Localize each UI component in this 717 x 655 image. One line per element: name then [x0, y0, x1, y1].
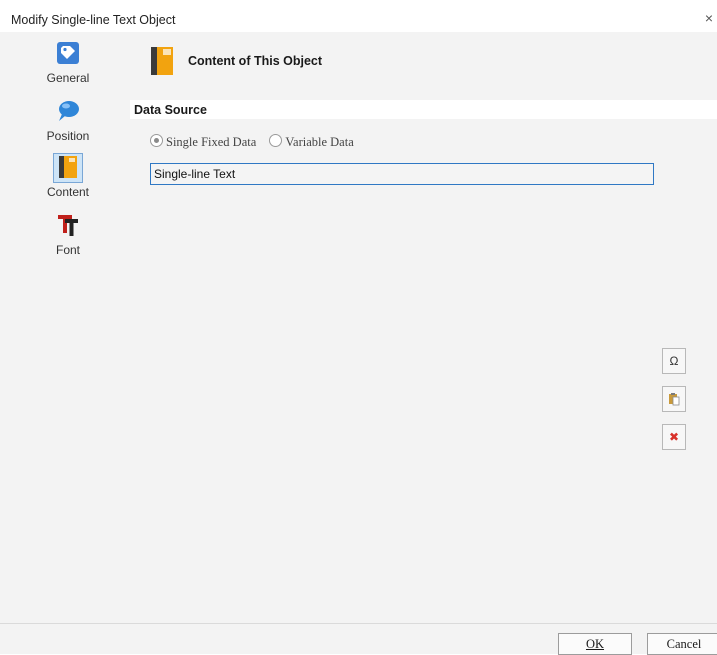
sidebar-item-content[interactable]: Content: [34, 153, 102, 199]
sidebar-item-label: General: [46, 71, 90, 85]
cancel-button[interactable]: Cancel: [647, 633, 717, 655]
radio-checked-icon: [150, 134, 163, 147]
paste-icon: [669, 393, 680, 406]
sidebar-item-position[interactable]: Position: [34, 98, 102, 143]
title-bar: Modify Single-line Text Object ×: [0, 0, 717, 32]
sidebar-item-font[interactable]: Font: [34, 212, 102, 257]
sidebar-item-general[interactable]: General: [34, 40, 102, 85]
content-panel: Content of This Object Data Source Singl…: [122, 32, 717, 623]
sidebar-item-label: Content: [46, 185, 90, 199]
omega-icon: Ω: [669, 354, 679, 368]
tag-icon: [54, 40, 82, 68]
book-icon: [53, 153, 83, 183]
ok-button-label: OK: [585, 637, 605, 651]
sidebar: General Position Content Font: [0, 32, 122, 623]
pushpin-icon: [54, 98, 82, 126]
section-title: Data Source: [134, 103, 207, 117]
radio-label: Single Fixed Data: [166, 135, 257, 149]
close-button[interactable]: ×: [701, 10, 717, 28]
sidebar-item-label: Font: [55, 243, 80, 257]
ok-button[interactable]: OK: [558, 633, 632, 655]
clear-button[interactable]: ✖: [662, 424, 686, 450]
data-source-options: Single Fixed Data Variable Data: [150, 134, 364, 150]
dialog-footer: OK Cancel: [0, 623, 717, 655]
data-source-section-header: Data Source: [130, 100, 717, 119]
single-fixed-data-radio[interactable]: Single Fixed Data: [150, 134, 269, 149]
variable-data-radio[interactable]: Variable Data: [269, 134, 363, 149]
delete-icon: ✖: [668, 430, 680, 444]
radio-unchecked-icon: [269, 134, 283, 147]
text-content-input[interactable]: [150, 163, 654, 185]
paste-button[interactable]: [662, 386, 686, 412]
window-title: Modify Single-line Text Object: [11, 13, 176, 27]
sidebar-item-label: Position: [46, 129, 90, 143]
insert-symbol-button[interactable]: Ω: [662, 348, 686, 374]
cancel-button-label: Cancel: [666, 637, 702, 651]
radio-label: Variable Data: [285, 135, 354, 149]
book-icon: [151, 47, 173, 75]
page-title: Content of This Object: [188, 54, 323, 68]
font-icon: [54, 212, 82, 240]
